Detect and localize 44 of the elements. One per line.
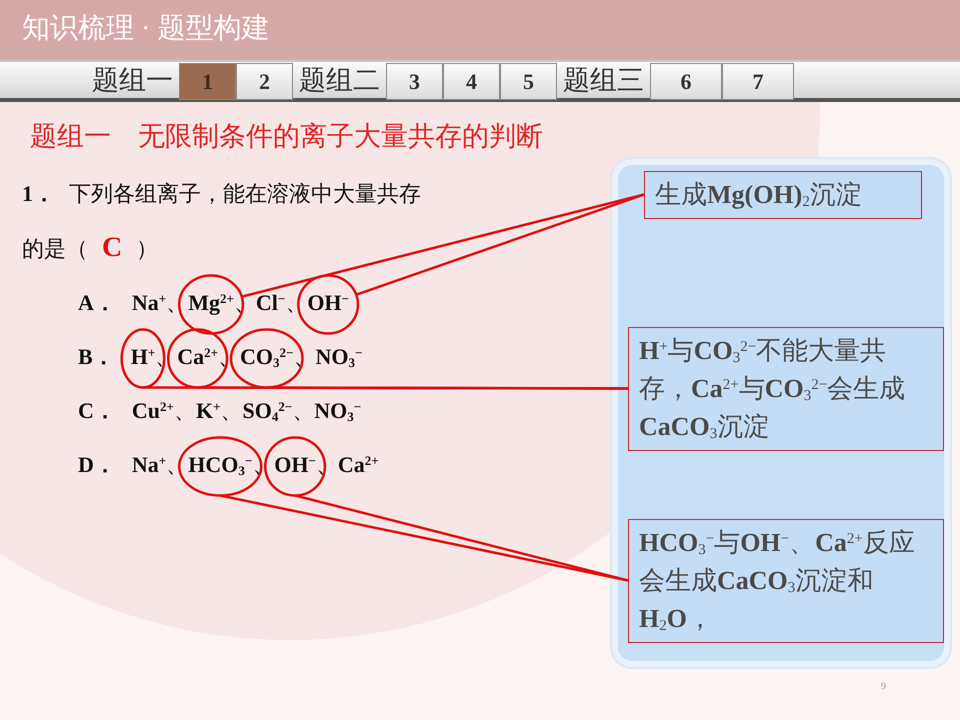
group-label: 题组三 <box>562 64 645 97</box>
separator-mark: 、 <box>292 396 314 424</box>
group-label: 题组一 <box>91 64 174 97</box>
option-letter: D． <box>78 450 116 478</box>
option-letter: B． <box>78 342 115 370</box>
separator-mark: 、 <box>218 342 240 370</box>
separator-mark: 、 <box>166 450 188 478</box>
ion-formula: OH$^{−}$ <box>307 288 349 316</box>
separator-mark: 、 <box>293 342 316 370</box>
separator-mark: 、 <box>155 342 178 370</box>
note-text: 生成Mg(OH)$_{2}$沉淀 <box>644 170 922 218</box>
page-number: 9 <box>881 680 886 694</box>
ion-formula: Ca$^{2+}$ <box>177 342 218 370</box>
separator-mark: 、 <box>316 450 338 478</box>
page-tab[interactable]: 7 <box>722 63 794 100</box>
page-tab[interactable]: 2 <box>236 63 293 100</box>
page-tab[interactable]: 3 <box>386 63 443 100</box>
ion-formula: Ca$^{2+}$ <box>338 450 379 478</box>
ion-formula: Mg$^{2+}$ <box>188 288 234 317</box>
separator-mark: 、 <box>166 288 188 316</box>
page-tab[interactable]: 4 <box>443 63 500 100</box>
question-text: 1． 下列各组离子，能在溶液中大量共存的是（ C ） <box>22 180 422 264</box>
note-text: H$^{+}$与CO$_{3}$$^{2−}$不能大量共存，Ca$^{2+}$与CO$_{3}$$^{2−}$会生成CaCO$_{3}$沉淀 <box>628 326 944 450</box>
ion-formula: Cl$^{−}$ <box>256 288 286 316</box>
ion-formula: Cu$^{2+}$ <box>132 396 174 424</box>
page-tab[interactable]: 6 <box>650 63 722 100</box>
note-text: HCO$_{3}$$^{−}$与OH$^{−}$、Ca$^{2+}$反应会生成CaCO$_{3}$沉淀和H$_{2}$O， <box>628 518 944 642</box>
ion-formula: Na$^{+}$ <box>132 450 166 478</box>
page-tab[interactable]: 5 <box>500 63 557 100</box>
answer-text: C <box>102 232 122 262</box>
ion-formula: Na$^{+}$ <box>132 288 166 316</box>
section-heading: 题组一 无限制条件的离子大量共存的判断 <box>30 121 543 151</box>
separator-mark: 、 <box>234 288 256 316</box>
ion-formula: H$^{+}$ <box>130 342 156 370</box>
slide-title: 知识梳理 · 题型构建 <box>22 13 270 44</box>
ion-formula: K$^{+}$ <box>196 396 220 424</box>
ion-formula: OH$^{−}$ <box>274 450 316 478</box>
option-letter: C． <box>78 396 116 424</box>
separator-mark: 、 <box>285 288 308 316</box>
group-label: 题组二 <box>298 64 381 97</box>
separator-mark: 、 <box>220 396 242 424</box>
separator-mark: 、 <box>174 396 196 424</box>
option-letter: A． <box>78 288 116 316</box>
separator-mark: 、 <box>252 450 274 478</box>
